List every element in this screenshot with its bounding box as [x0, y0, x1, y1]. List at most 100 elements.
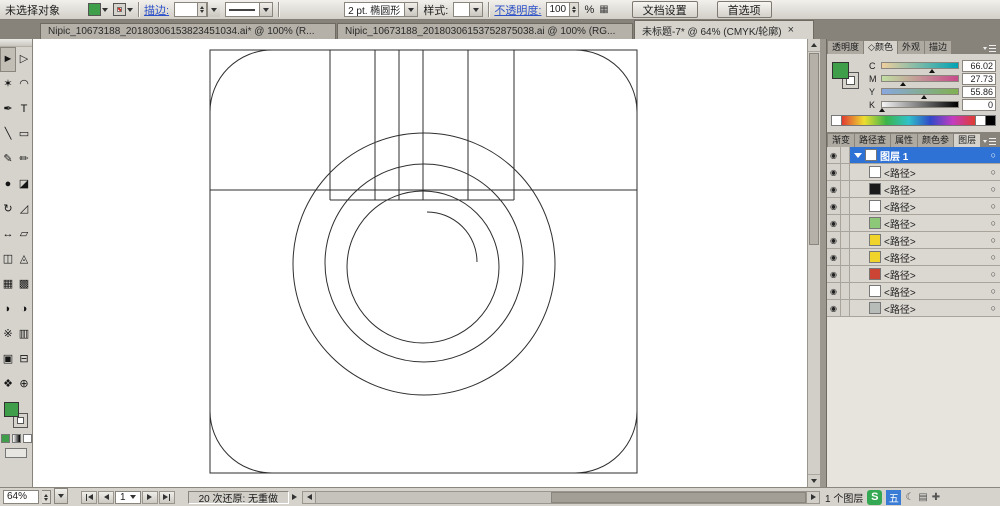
visibility-eye-icon[interactable]: ◉	[827, 283, 841, 299]
path-label[interactable]: <路径>	[884, 182, 916, 197]
black-slider[interactable]	[881, 101, 959, 108]
expand-triangle-icon[interactable]	[854, 153, 862, 158]
target-circle-icon[interactable]: ○	[991, 150, 996, 160]
tools-panel-grip[interactable]	[0, 39, 32, 47]
black-swatch-icon[interactable]	[986, 115, 996, 126]
none-mode-icon[interactable]	[23, 434, 32, 443]
path-row[interactable]: ◉ <路径> ○	[827, 266, 1000, 283]
fill-swatch-icon[interactable]	[4, 402, 19, 417]
artboard-tool[interactable]: ▣	[0, 347, 16, 372]
path-row[interactable]: ◉ <路径> ○	[827, 249, 1000, 266]
width-tool[interactable]: ↔	[0, 222, 16, 247]
scroll-left-icon[interactable]	[303, 492, 316, 503]
tab-color-guide[interactable]: 颜色参	[918, 134, 953, 147]
blend-tool[interactable]: ◑	[16, 297, 32, 322]
scroll-up-icon[interactable]	[808, 39, 820, 52]
path-label[interactable]: <路径>	[884, 199, 916, 214]
lens-mid-circle[interactable]	[325, 164, 523, 362]
scroll-right-icon[interactable]	[806, 492, 819, 503]
path-thumbnail[interactable]	[869, 234, 881, 246]
fill-stroke-swatches[interactable]	[0, 400, 32, 432]
column-graph-tool[interactable]: ▥	[16, 322, 32, 347]
ime-mode-icon[interactable]: 五	[886, 490, 901, 505]
opacity-spinner[interactable]	[570, 2, 579, 17]
zoom-level-input[interactable]: 64%	[3, 490, 39, 504]
tab-color[interactable]: ◇颜色	[864, 41, 897, 54]
layer-row-layer1[interactable]: ◉ 图层 1 ○	[827, 147, 1000, 164]
next-page-button[interactable]	[142, 491, 158, 504]
paintbrush-tool[interactable]: ✎	[0, 147, 16, 172]
stroke-weight-input[interactable]	[174, 2, 220, 17]
yellow-value-input[interactable]: 55.86	[962, 86, 996, 98]
panel-menu-icon[interactable]	[983, 45, 999, 54]
perspective-grid-tool[interactable]: ◬	[16, 247, 32, 272]
last-page-button[interactable]	[159, 491, 175, 504]
status-popup-icon[interactable]	[292, 494, 297, 500]
fill-color-swatch[interactable]	[88, 3, 108, 16]
tab-attributes[interactable]: 属性	[891, 134, 917, 147]
path-label[interactable]: <路径>	[884, 216, 916, 231]
style-select[interactable]	[453, 2, 483, 17]
spectrum-ramp[interactable]	[842, 115, 976, 126]
stroke-color-swatch[interactable]	[113, 3, 133, 16]
zoom-tool[interactable]: ⊕	[16, 372, 32, 397]
toolbox-icon[interactable]: ✚	[932, 492, 940, 503]
first-page-button[interactable]	[81, 491, 97, 504]
lasso-tool[interactable]: ◠	[16, 72, 32, 97]
path-thumbnail[interactable]	[869, 166, 881, 178]
document-tab-2[interactable]: Nipic_10673188_20180306153752875038.ai @…	[337, 23, 633, 39]
layer-thumbnail[interactable]	[865, 149, 877, 161]
path-row[interactable]: ◉ <路径> ○	[827, 283, 1000, 300]
sogou-logo-icon[interactable]: S	[867, 490, 882, 505]
path-row[interactable]: ◉ <路径> ○	[827, 164, 1000, 181]
visibility-eye-icon[interactable]: ◉	[827, 198, 841, 214]
tab-pathfinder[interactable]: 路径查	[855, 134, 890, 147]
lock-cell[interactable]	[841, 266, 850, 282]
opacity-panel-link[interactable]: 不透明度:	[494, 2, 541, 18]
path-thumbnail[interactable]	[869, 268, 881, 280]
path-thumbnail[interactable]	[869, 183, 881, 195]
stroke-panel-link[interactable]: 描边:	[144, 2, 169, 18]
lock-cell[interactable]	[841, 147, 850, 163]
scroll-down-icon[interactable]	[808, 474, 820, 487]
visibility-eye-icon[interactable]: ◉	[827, 232, 841, 248]
rotate-tool[interactable]: ↻	[0, 197, 16, 222]
slider-marker-icon[interactable]	[900, 82, 906, 86]
white-swatch-icon[interactable]	[976, 115, 986, 126]
free-transform-tool[interactable]: ▱	[16, 222, 32, 247]
keyboard-icon[interactable]: ▤	[918, 492, 927, 503]
path-label[interactable]: <路径>	[884, 165, 916, 180]
visibility-eye-icon[interactable]: ◉	[827, 147, 841, 163]
target-circle-icon[interactable]: ○	[991, 269, 996, 279]
cyan-value-input[interactable]: 66.02	[962, 60, 996, 72]
lens-outer-circle[interactable]	[293, 133, 555, 395]
zoom-dropdown[interactable]	[54, 488, 68, 504]
moon-icon[interactable]: ☾	[905, 492, 914, 503]
path-row[interactable]: ◉ <路径> ○	[827, 181, 1000, 198]
line-segment-tool[interactable]: ╲	[0, 122, 16, 147]
path-thumbnail[interactable]	[869, 200, 881, 212]
vertical-scrollbar-thumb[interactable]	[809, 53, 819, 245]
opacity-value[interactable]: 100	[546, 2, 570, 17]
hand-tool[interactable]: ❖	[0, 372, 16, 397]
gradient-tool[interactable]: ▩	[16, 272, 32, 297]
close-icon[interactable]: ×	[788, 25, 794, 35]
path-thumbnail[interactable]	[869, 302, 881, 314]
pencil-tool[interactable]: ✏	[16, 147, 32, 172]
visibility-eye-icon[interactable]: ◉	[827, 249, 841, 265]
lock-cell[interactable]	[841, 300, 850, 316]
visibility-eye-icon[interactable]: ◉	[827, 300, 841, 316]
lock-cell[interactable]	[841, 249, 850, 265]
tab-gradient[interactable]: 渐变	[828, 134, 854, 147]
stroke-profile-select[interactable]	[225, 2, 273, 17]
scale-tool[interactable]: ◿	[16, 197, 32, 222]
tab-stroke[interactable]: 描边	[925, 41, 951, 54]
visibility-eye-icon[interactable]: ◉	[827, 181, 841, 197]
color-panel-swatches[interactable]	[832, 62, 866, 96]
opacity-input[interactable]: 100	[546, 2, 579, 17]
document-tab-3-active[interactable]: 未标题-7* @ 64% (CMYK/轮廓) ×	[634, 20, 814, 39]
preferences-button[interactable]: 首选项	[717, 1, 772, 18]
vertical-scrollbar[interactable]	[807, 39, 820, 487]
selection-tool[interactable]: ►	[0, 47, 16, 72]
target-circle-icon[interactable]: ○	[991, 252, 996, 262]
